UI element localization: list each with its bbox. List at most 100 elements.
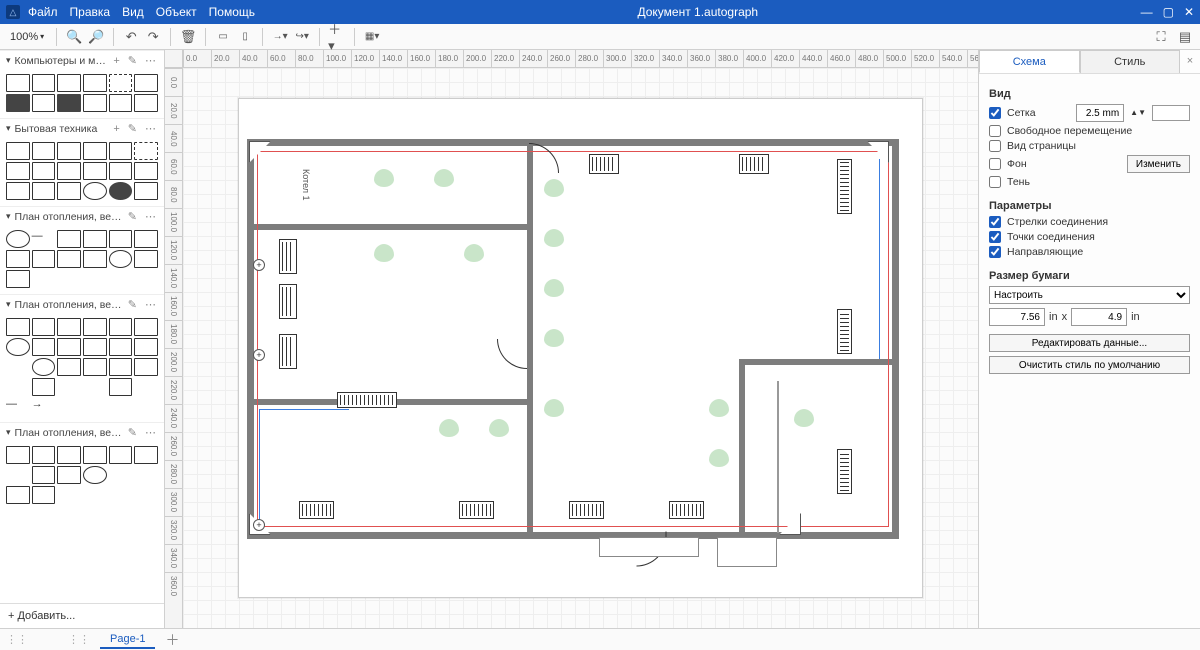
back-icon[interactable]: ▯ (236, 28, 254, 46)
radiator[interactable] (299, 501, 334, 519)
pipe[interactable] (257, 151, 258, 527)
zoom-out-icon[interactable]: 🔎 (87, 28, 105, 46)
shape-item[interactable] (6, 162, 30, 180)
shape-item[interactable] (83, 162, 107, 180)
pipe[interactable] (259, 409, 349, 410)
paper-width-input[interactable] (989, 308, 1045, 326)
add-shape-icon[interactable]: + (111, 123, 121, 135)
shape-item[interactable] (109, 486, 133, 504)
add-shape-icon[interactable]: + (111, 55, 121, 67)
change-bg-button[interactable]: Изменить (1127, 155, 1190, 173)
shape-item[interactable]: — (32, 230, 56, 248)
detail[interactable] (717, 537, 777, 567)
shape-item[interactable] (6, 486, 30, 504)
shape-item[interactable] (6, 230, 30, 248)
lamp[interactable] (489, 419, 509, 437)
radiator[interactable] (459, 501, 494, 519)
shape-item[interactable] (6, 270, 30, 288)
radiator[interactable] (739, 154, 769, 174)
canvas[interactable]: Котел 1 (183, 68, 978, 628)
node-icon[interactable]: + (253, 519, 265, 531)
add-icon[interactable]: ＋▾ (328, 28, 346, 46)
page-tab[interactable]: Page-1 (100, 631, 155, 649)
close-panel-icon[interactable]: × (1180, 50, 1200, 73)
shape-item[interactable] (57, 230, 81, 248)
lamp[interactable] (709, 399, 729, 417)
palette-section-hvac-3[interactable]: ▾ План отопления, вентиляции... ✎ ⋯ (0, 422, 164, 442)
menu-view[interactable]: Вид (122, 5, 144, 19)
shape-item[interactable] (57, 74, 81, 92)
add-page-button[interactable]: ＋ (165, 630, 179, 650)
radiator[interactable] (569, 501, 604, 519)
node-icon[interactable]: + (253, 349, 265, 361)
shape-item[interactable] (57, 182, 81, 200)
shadow-checkbox[interactable] (989, 176, 1001, 188)
menu-file[interactable]: Файл (28, 5, 58, 19)
menu-help[interactable]: Помощь (209, 5, 255, 19)
wall[interactable] (527, 143, 533, 538)
shape-item[interactable] (57, 358, 81, 376)
lamp[interactable] (374, 244, 394, 262)
shape-item[interactable] (32, 338, 56, 356)
tab-scheme[interactable]: Схема (979, 50, 1080, 73)
shape-item[interactable] (134, 378, 158, 396)
radiator[interactable] (837, 449, 852, 494)
shape-item[interactable] (57, 270, 81, 288)
clear-style-button[interactable]: Очистить стиль по умолчанию (989, 356, 1190, 374)
footer-handle-icon[interactable]: ⋮⋮ (6, 633, 28, 646)
corner-detail[interactable] (779, 513, 801, 535)
shape-item[interactable] (109, 378, 133, 396)
lamp[interactable] (544, 329, 564, 347)
shape-item[interactable] (134, 338, 158, 356)
shape-item[interactable] (32, 250, 56, 268)
pipe[interactable] (879, 159, 880, 359)
radiator[interactable] (837, 159, 852, 214)
shape-item[interactable] (57, 446, 81, 464)
menu-object[interactable]: Объект (156, 5, 197, 19)
shape-item[interactable] (134, 162, 158, 180)
shape-item[interactable] (6, 142, 30, 160)
shape-item[interactable] (83, 270, 107, 288)
more-icon[interactable]: ⋯ (143, 122, 158, 135)
wall[interactable] (247, 139, 899, 146)
shape-item[interactable] (83, 250, 107, 268)
shape-item[interactable] (32, 162, 56, 180)
shape-item[interactable] (57, 466, 81, 484)
shape-item[interactable] (134, 142, 158, 160)
delete-icon[interactable]: 🗑 (179, 28, 197, 46)
shape-item[interactable] (109, 270, 133, 288)
door[interactable] (529, 143, 559, 173)
paper-height-input[interactable] (1071, 308, 1127, 326)
shape-item[interactable] (83, 398, 107, 416)
shape-item[interactable] (109, 230, 133, 248)
shape-item[interactable] (57, 94, 81, 112)
shape-item[interactable] (32, 378, 56, 396)
radiator[interactable] (837, 309, 852, 354)
edit-section-icon[interactable]: ✎ (126, 210, 139, 223)
shape-item[interactable] (134, 94, 158, 112)
undo-icon[interactable]: ↶ (122, 28, 140, 46)
pipe[interactable] (257, 151, 889, 152)
shape-item[interactable] (57, 338, 81, 356)
shape-item[interactable] (83, 466, 107, 484)
lamp[interactable] (374, 169, 394, 187)
detail[interactable] (599, 537, 699, 557)
door[interactable] (497, 339, 527, 369)
grid-size-input[interactable] (1076, 104, 1124, 122)
shape-item[interactable] (32, 446, 56, 464)
lamp[interactable] (464, 244, 484, 262)
radiator[interactable] (279, 334, 297, 369)
shape-item[interactable] (57, 142, 81, 160)
more-icon[interactable]: ⋯ (143, 210, 158, 223)
palette-section-hvac-1[interactable]: ▾ План отопления, вентиляции... ✎ ⋯ (0, 206, 164, 226)
shape-item[interactable] (32, 270, 56, 288)
minimize-button[interactable]: — (1141, 5, 1153, 19)
more-icon[interactable]: ⋯ (143, 54, 158, 67)
shape-item[interactable] (134, 182, 158, 200)
freemove-checkbox[interactable] (989, 125, 1001, 137)
shape-item[interactable] (57, 378, 81, 396)
lamp[interactable] (544, 179, 564, 197)
add-palette-button[interactable]: + Добавить... (0, 603, 164, 628)
shape-item[interactable] (109, 398, 133, 416)
maximize-button[interactable]: ▢ (1163, 5, 1174, 19)
